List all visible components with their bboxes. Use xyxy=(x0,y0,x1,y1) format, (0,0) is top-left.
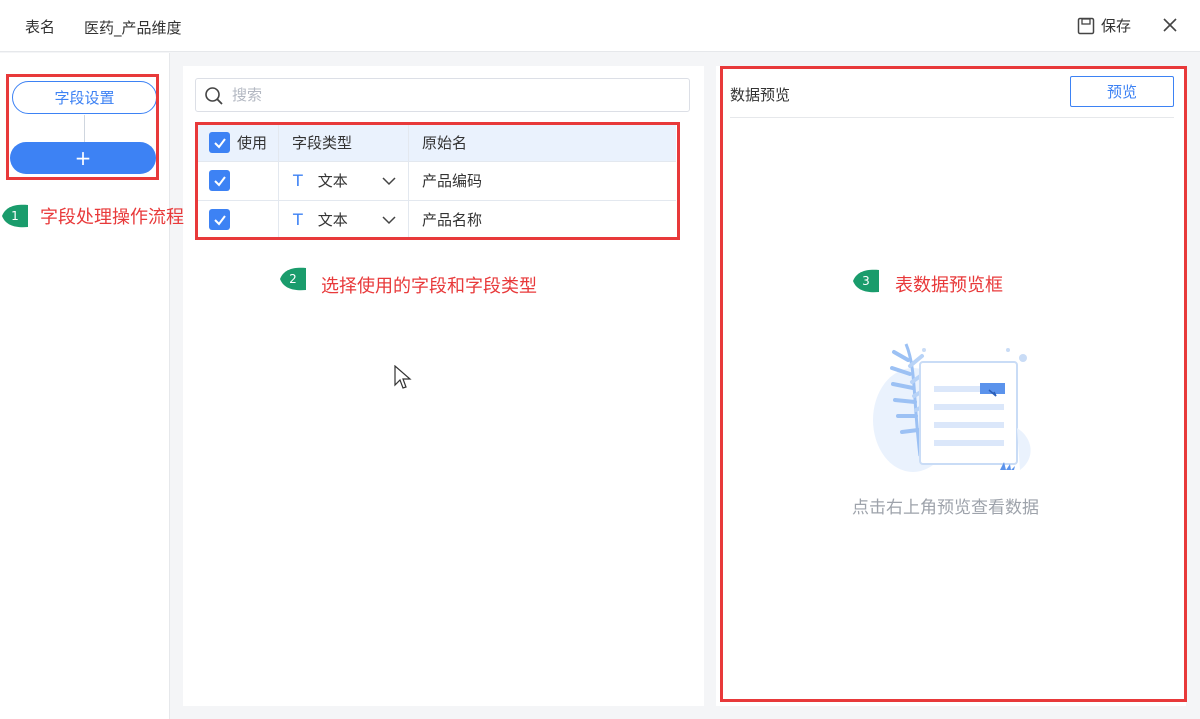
search-input[interactable] xyxy=(232,83,672,107)
annotation-number: 2 xyxy=(289,272,297,286)
annotation-label: 选择使用的字段和字段类型 xyxy=(321,276,537,297)
search-icon xyxy=(205,87,223,105)
annotation-number: 1 xyxy=(11,209,19,223)
annotation-label: 字段处理操作流程 xyxy=(40,207,184,228)
annotation-box-fields xyxy=(195,122,680,240)
annotation-badge-1: 1 xyxy=(0,202,30,230)
table-name-label: 表名 xyxy=(25,18,56,36)
top-bar: 表名 医药_产品维度 保存 xyxy=(0,0,1200,52)
annotation-label: 表数据预览框 xyxy=(895,275,1003,296)
save-button[interactable]: 保存 xyxy=(1077,15,1131,36)
mouse-cursor-icon xyxy=(394,365,412,389)
annotation-box-flow xyxy=(6,74,159,180)
annotation-number: 3 xyxy=(862,274,870,288)
search-box[interactable] xyxy=(195,78,690,112)
save-label: 保存 xyxy=(1101,17,1132,35)
annotation-badge-3: 3 xyxy=(851,267,881,295)
annotation-badge-2: 2 xyxy=(278,265,308,293)
close-icon[interactable] xyxy=(1160,15,1180,35)
save-icon xyxy=(1077,17,1095,34)
annotation-box-preview xyxy=(720,66,1187,702)
table-name-value: 医药_产品维度 xyxy=(84,19,182,37)
